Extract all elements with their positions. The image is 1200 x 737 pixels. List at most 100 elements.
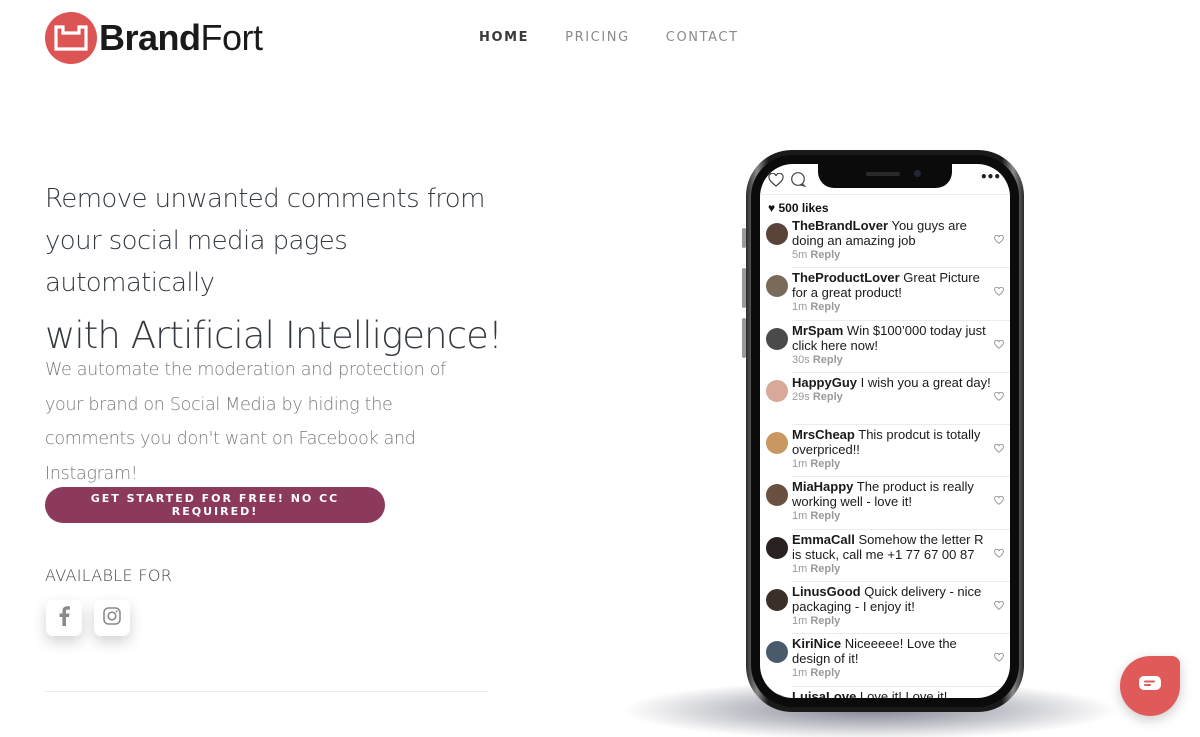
- comment-body: LinusGood Quick delivery - nice packagin…: [792, 584, 992, 614]
- like-heart-icon[interactable]: [994, 389, 1004, 404]
- instagram-icon: [103, 607, 121, 629]
- avatar[interactable]: [766, 223, 788, 245]
- hero-headline: Remove unwanted comments from your socia…: [45, 178, 505, 366]
- like-heart-icon[interactable]: [994, 546, 1004, 561]
- likes-count: ♥ 500 likes: [768, 201, 829, 215]
- chat-widget-button[interactable]: [1120, 656, 1180, 716]
- instagram-button[interactable]: [94, 600, 130, 636]
- heart-filled-icon: ♥: [768, 201, 776, 215]
- comment-meta: 1m Reply: [792, 666, 992, 680]
- like-heart-icon[interactable]: [994, 493, 1004, 508]
- comment-body: LuisaLove Love it! Love it!: [792, 689, 992, 698]
- comment-time: 29s: [792, 390, 810, 403]
- avatar[interactable]: [766, 536, 788, 559]
- reply-link[interactable]: Reply: [810, 615, 840, 627]
- reply-link[interactable]: Reply: [810, 301, 840, 313]
- comment-username[interactable]: EmmaCall: [792, 532, 855, 547]
- like-heart-icon[interactable]: [994, 598, 1004, 613]
- reply-link[interactable]: Reply: [810, 249, 840, 261]
- avatar[interactable]: [766, 275, 788, 298]
- castle-logo-icon: [45, 12, 97, 64]
- comment-item: TheProductLover Great Picture for a grea…: [764, 270, 1010, 322]
- comment-time: 1m: [792, 667, 808, 680]
- facebook-button[interactable]: [46, 600, 82, 636]
- comment-username[interactable]: MrSpam: [792, 323, 843, 338]
- reply-link[interactable]: Reply: [810, 458, 840, 470]
- phone-notch: [818, 164, 952, 188]
- comment-item: TheBrandLover You guys are doing an amaz…: [764, 218, 1010, 270]
- comment-item: KiriNice Niceeeee! Love the design of it…: [764, 636, 1010, 688]
- heart-outline-icon[interactable]: [768, 172, 784, 191]
- headline-line-2: your social media pages automatically: [45, 226, 348, 298]
- chat-icon: [1138, 675, 1162, 697]
- brand-logo[interactable]: BrandFort: [45, 12, 263, 64]
- avatar[interactable]: [766, 693, 788, 698]
- comment-username[interactable]: LinusGood: [792, 584, 861, 599]
- comment-item: MrSpam Win $100’000 today just click her…: [764, 323, 1010, 375]
- nav-pricing[interactable]: PRICING: [565, 30, 630, 45]
- comment-time: 1m: [792, 301, 808, 314]
- comment-body: HappyGuy I wish you a great day!: [792, 375, 992, 390]
- comment-body: TheBrandLover You guys are doing an amaz…: [792, 218, 992, 248]
- comment-time: 30s: [792, 353, 810, 366]
- comment-text: Love it! Love it!: [859, 688, 948, 698]
- comment-username[interactable]: MiaHappy: [792, 479, 853, 494]
- comment-meta: 5m Reply: [792, 248, 992, 262]
- comment-time: 1m: [792, 510, 808, 523]
- get-started-button[interactable]: GET STARTED FOR FREE! NO CC REQUIRED!: [45, 487, 385, 523]
- comment-meta: 1m Reply: [792, 562, 992, 576]
- nav-contact[interactable]: CONTACT: [666, 30, 739, 45]
- reply-link[interactable]: Reply: [813, 391, 843, 403]
- reply-link[interactable]: Reply: [810, 510, 840, 522]
- comment-time: 1m: [792, 458, 808, 471]
- avatar[interactable]: [766, 379, 788, 402]
- comment-item: EmmaCall Somehow the letter R is stuck, …: [764, 532, 1010, 584]
- avatar[interactable]: [766, 484, 788, 507]
- phone-screen: ••• ♥ 500 likes TheBrandLover You guys a…: [760, 164, 1010, 698]
- post-actions: [768, 172, 807, 191]
- comment-username[interactable]: MrsCheap: [792, 427, 855, 442]
- comment-text: I wish you a great day!: [860, 374, 991, 390]
- comment-username[interactable]: HappyGuy: [792, 375, 857, 390]
- comment-item: MiaHappy The product is really working w…: [764, 479, 1010, 531]
- comment-body: MiaHappy The product is really working w…: [792, 479, 992, 509]
- hero-description: We automate the moderation and protectio…: [45, 360, 446, 484]
- facebook-icon: [58, 606, 70, 630]
- comment-meta: 1m Reply: [792, 457, 992, 471]
- divider: [760, 194, 1010, 195]
- comment-username[interactable]: LuisaLove: [792, 689, 856, 698]
- main-nav: HOME PRICING CONTACT: [479, 30, 775, 45]
- reply-link[interactable]: Reply: [813, 354, 843, 366]
- reply-link[interactable]: Reply: [810, 667, 840, 679]
- comment-item: MrsCheap This prodcut is totally overpri…: [764, 427, 1010, 479]
- comment-body: KiriNice Niceeeee! Love the design of it…: [792, 636, 992, 666]
- avatar[interactable]: [766, 589, 788, 612]
- comment-bubble-icon[interactable]: [790, 172, 807, 191]
- headline-line-1: Remove unwanted comments from: [45, 184, 485, 214]
- like-heart-icon[interactable]: [994, 232, 1004, 247]
- comment-username[interactable]: TheProductLover: [792, 270, 900, 285]
- comment-meta: 1m Reply: [792, 509, 992, 523]
- nav-home[interactable]: HOME: [479, 30, 529, 45]
- phone-mockup: ••• ♥ 500 likes TheBrandLover You guys a…: [746, 150, 1024, 712]
- comment-meta: 1m Reply: [792, 614, 992, 628]
- like-heart-icon[interactable]: [994, 284, 1004, 299]
- avatar[interactable]: [766, 327, 788, 350]
- phone-bezel: ••• ♥ 500 likes TheBrandLover You guys a…: [751, 155, 1019, 707]
- like-heart-icon[interactable]: [994, 441, 1004, 456]
- comment-username[interactable]: KiriNice: [792, 636, 841, 651]
- brand-name: BrandFort: [99, 17, 263, 58]
- reply-link[interactable]: Reply: [810, 563, 840, 575]
- avatar[interactable]: [766, 641, 788, 664]
- comment-time: 5m: [792, 249, 808, 261]
- like-heart-icon[interactable]: [994, 337, 1004, 352]
- more-options-icon[interactable]: •••: [980, 170, 1001, 184]
- avatar[interactable]: [766, 432, 788, 455]
- comment-time: 1m: [792, 562, 808, 575]
- comment-username[interactable]: TheBrandLover: [792, 218, 888, 233]
- comment-body: EmmaCall Somehow the letter R is stuck, …: [792, 532, 992, 562]
- comment-item: HappyGuy I wish you a great day! 29s Repl…: [764, 375, 1010, 427]
- comment-body: TheProductLover Great Picture for a grea…: [792, 270, 992, 300]
- comment-item: LuisaLove Love it! Love it!: [764, 689, 1010, 698]
- like-heart-icon[interactable]: [994, 650, 1004, 665]
